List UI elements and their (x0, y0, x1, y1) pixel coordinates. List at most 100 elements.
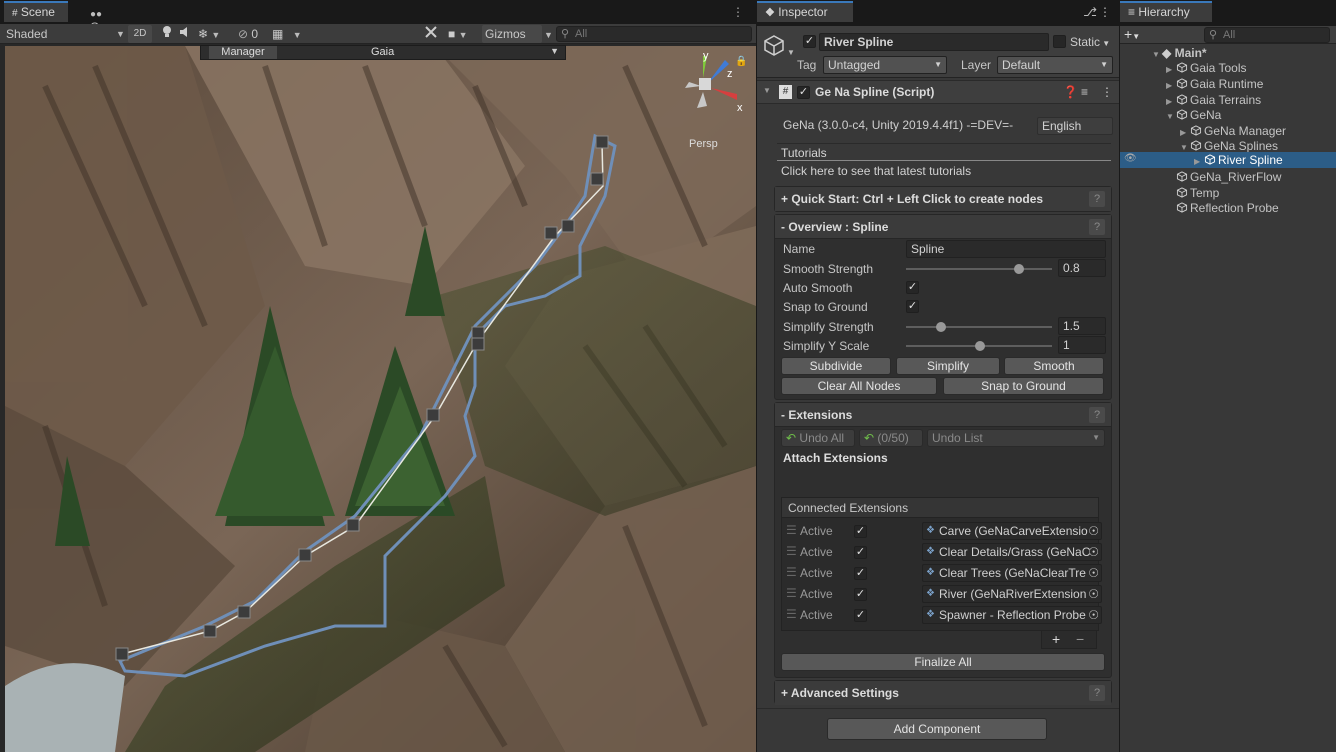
advanced-settings-header[interactable]: + Advanced Settings (775, 681, 1111, 705)
hierarchy-item-gena-manager[interactable]: ▶ GeNa Manager (1180, 123, 1286, 139)
extension-object-field[interactable]: ❖ Spawner - Reflection Probe ☉ (922, 606, 1102, 624)
hierarchy-item-gena-riverflow[interactable]: GeNa_RiverFlow (1176, 169, 1281, 185)
slider-thumb[interactable] (975, 341, 985, 351)
undo-all-button[interactable]: ↶ Undo All (781, 429, 855, 447)
hierarchy-item-river-spline[interactable]: ▶ River Spline (1194, 152, 1283, 168)
hierarchy-item-reflection-probe[interactable]: Reflection Probe (1176, 200, 1279, 216)
quick-start-section[interactable]: + Quick Start: Ctrl + Left Click to crea… (774, 186, 1112, 212)
spline-node[interactable] (561, 219, 575, 233)
remove-extension-button[interactable]: − (1076, 631, 1084, 647)
audio-icon[interactable] (178, 25, 192, 43)
static-dropdown[interactable]: Static ▼ (1070, 35, 1110, 49)
help-icon[interactable]: ? (1089, 407, 1105, 423)
spline-node[interactable] (115, 647, 129, 661)
projection-label[interactable]: Persp (689, 138, 718, 150)
preset-icon[interactable]: ≡ (1081, 85, 1088, 99)
spline-node[interactable] (237, 605, 251, 619)
drag-handle-icon[interactable]: ☰ (786, 544, 797, 558)
subdivide-button[interactable]: Subdivide (781, 357, 891, 375)
object-picker-icon[interactable]: ☉ (1088, 523, 1099, 539)
snap-to-ground-checkbox[interactable]: ✓ (906, 300, 919, 313)
smooth-strength-field[interactable]: 0.8 (1058, 259, 1106, 277)
drag-handle-icon[interactable]: ☰ (786, 523, 797, 537)
smooth-strength-slider[interactable] (906, 268, 1052, 270)
x-axis-cone[interactable] (711, 88, 737, 100)
lock-icon[interactable]: 🔒 (735, 56, 747, 67)
chevron-down-icon[interactable]: ▼ (1166, 109, 1176, 125)
spline-node[interactable] (544, 226, 558, 240)
spline-node[interactable] (346, 518, 360, 532)
visibility-eye-icon[interactable]: 👁 (1124, 153, 1137, 164)
spline-node[interactable] (595, 135, 609, 149)
extension-active-checkbox[interactable]: ✓ (854, 525, 867, 538)
tutorials-link[interactable]: Click here to see that latest tutorials (781, 164, 971, 178)
hierarchy-search-input[interactable]: ⚲ All (1204, 27, 1330, 43)
tab-menu-icon[interactable]: ⋮ (1099, 5, 1111, 19)
static-checkbox[interactable] (1053, 35, 1066, 48)
spline-node[interactable] (471, 337, 485, 351)
help-icon[interactable]: ? (1089, 191, 1105, 207)
hierarchy-item-gaia-tools[interactable]: ▶ Gaia Tools (1166, 60, 1246, 76)
effects-dropdown[interactable]: ❄ ▼ (198, 25, 228, 43)
2d-toggle[interactable]: 2D (128, 25, 152, 43)
object-picker-icon[interactable]: ☉ (1088, 544, 1099, 560)
object-picker-icon[interactable]: ☉ (1088, 586, 1099, 602)
extension-active-checkbox[interactable]: ✓ (854, 588, 867, 601)
quick-start-header[interactable]: + Quick Start: Ctrl + Left Click to crea… (775, 187, 1111, 211)
extension-active-checkbox[interactable]: ✓ (854, 546, 867, 559)
spline-node[interactable] (298, 548, 312, 562)
extension-object-field[interactable]: ❖ Clear Details/Grass (GeNaC ☉ (922, 543, 1102, 561)
spline-name-field[interactable]: Spline (906, 240, 1106, 258)
simplify-y-field[interactable]: 1 (1058, 336, 1106, 354)
finalize-all-button[interactable]: Finalize All (781, 653, 1105, 671)
gizmos-dropdown[interactable]: Gizmos (482, 25, 542, 43)
auto-smooth-checkbox[interactable]: ✓ (906, 281, 919, 294)
tag-dropdown[interactable]: Untagged ▼ (823, 56, 947, 74)
shading-mode-dropdown[interactable]: Shaded ▼ (6, 25, 126, 43)
tab-menu-icon[interactable]: ⋮ (732, 5, 744, 19)
extension-object-field[interactable]: ❖ Carve (GeNaCarveExtensio ☉ (922, 522, 1102, 540)
extensions-header[interactable]: - Extensions (775, 403, 1111, 427)
camera-dropdown[interactable]: ■ ▼ (448, 25, 478, 43)
scene-root-item[interactable]: ▼ ◆ Main* (1152, 45, 1207, 61)
extension-object-field[interactable]: ❖ Clear Trees (GeNaClearTre ☉ (922, 564, 1102, 582)
tools-icon[interactable] (424, 25, 442, 43)
simplify-button[interactable]: Simplify (896, 357, 1000, 375)
chevron-down-icon[interactable]: ▼ (787, 48, 795, 57)
slider-thumb[interactable] (936, 322, 946, 332)
hierarchy-item-gaia-runtime[interactable]: ▶ Gaia Runtime (1166, 76, 1263, 92)
chevron-down-icon[interactable]: ▼ (550, 46, 559, 56)
language-dropdown[interactable]: English (1037, 117, 1113, 135)
drag-handle-icon[interactable]: ☰ (786, 565, 797, 579)
hidden-objects-toggle[interactable]: ⊘ 0 (238, 25, 270, 43)
help-icon[interactable]: ? (1089, 219, 1105, 235)
help-icon[interactable]: ❓ (1063, 85, 1078, 99)
object-picker-icon[interactable]: ☉ (1088, 565, 1099, 581)
component-header[interactable]: ▼ # ✓ Ge Na Spline (Script) ❓ ≡ ⋮ (757, 80, 1119, 104)
lighting-icon[interactable] (162, 25, 172, 43)
drag-handle-icon[interactable]: ☰ (786, 607, 797, 621)
tutorials-box[interactable]: Tutorials Click here to see that latest … (777, 143, 1111, 181)
component-enabled-checkbox[interactable]: ✓ (797, 86, 810, 99)
object-name-field[interactable]: River Spline (819, 33, 1049, 51)
create-dropdown[interactable]: +▼ (1124, 26, 1140, 42)
extension-object-field[interactable]: ❖ River (GeNaRiverExtension ☉ (922, 585, 1102, 603)
chevron-down-icon[interactable]: ▼ (1152, 47, 1162, 63)
manager-button[interactable]: Manager (209, 46, 277, 59)
chevron-down-icon[interactable]: ▼ (763, 86, 771, 95)
hierarchy-item-temp[interactable]: Temp (1176, 185, 1219, 201)
hierarchy-item-gaia-terrains[interactable]: ▶ Gaia Terrains (1166, 92, 1261, 108)
advanced-settings-section[interactable]: + Advanced Settings ? (774, 680, 1112, 705)
grid-snap-dropdown[interactable]: ▦ ▼ (272, 25, 312, 43)
tab-scene[interactable]: # Scene (4, 1, 68, 22)
slider-thumb[interactable] (1014, 264, 1024, 274)
scene-viewport[interactable]: y z x Persp 🔒 (5, 46, 756, 752)
layer-dropdown[interactable]: Default ▼ (997, 56, 1113, 74)
smooth-button[interactable]: Smooth (1004, 357, 1104, 375)
spline-node[interactable] (590, 172, 604, 186)
object-picker-icon[interactable]: ☉ (1088, 607, 1099, 623)
lock-icon[interactable]: ⎇ (1083, 5, 1097, 19)
gizmos-caret[interactable]: ▼ (544, 25, 554, 43)
tab-game[interactable]: ●● Game (82, 3, 146, 34)
extension-active-checkbox[interactable]: ✓ (854, 609, 867, 622)
